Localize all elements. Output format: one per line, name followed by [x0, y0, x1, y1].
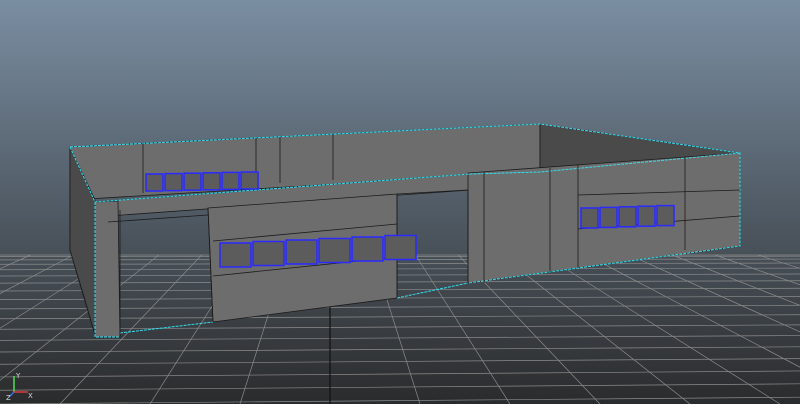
window-pane: [318, 237, 351, 264]
window-pane: [351, 236, 384, 262]
window-pane: [221, 171, 240, 191]
window-pane: [219, 242, 252, 268]
window-pane: [580, 207, 599, 229]
window-pane: [252, 240, 285, 267]
x-axis-label: X: [28, 392, 33, 400]
axis-indicator: Y X Z: [6, 372, 33, 400]
window-pane: [164, 172, 183, 192]
window-pane: [145, 173, 164, 192]
y-axis-label: Y: [15, 372, 21, 380]
window-pane: [656, 204, 675, 227]
window-pane: [384, 234, 417, 261]
window-pane: [637, 205, 656, 227]
window-pane: [240, 171, 259, 190]
window-pane: [183, 172, 202, 191]
3d-viewport[interactable]: Y X Z: [0, 0, 800, 404]
window-pane: [285, 239, 318, 265]
window-pane: [202, 172, 221, 191]
window-pane: [618, 206, 637, 228]
z-axis-label: Z: [6, 394, 11, 400]
window-pane: [599, 206, 618, 229]
perspective-scene[interactable]: [0, 0, 800, 404]
